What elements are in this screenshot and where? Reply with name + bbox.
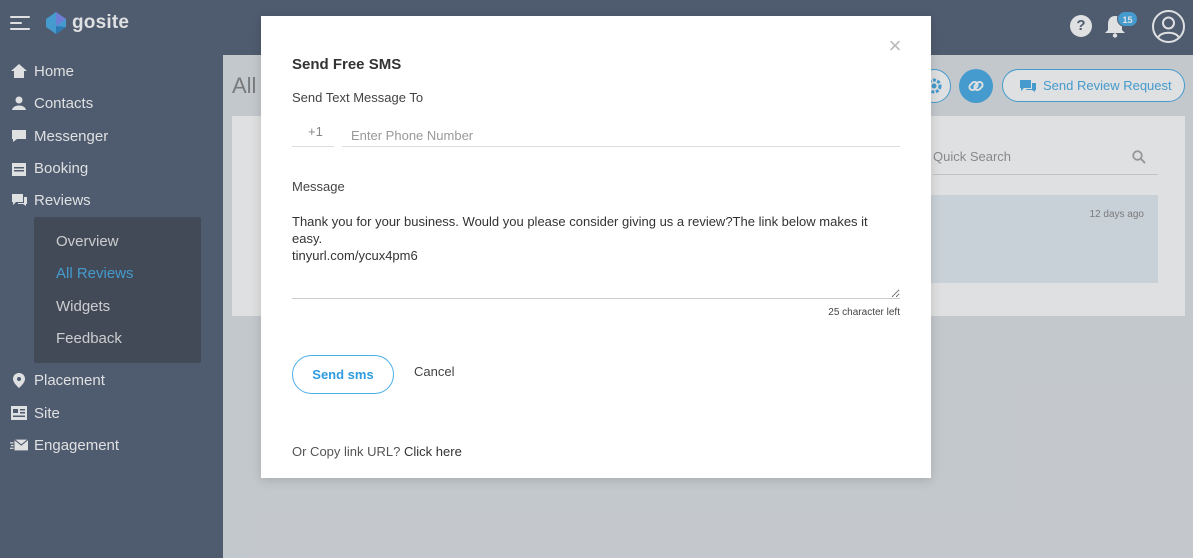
send-sms-modal: × Send Free SMS Send Text Message To +1 … (261, 16, 931, 478)
copy-link-line: Or Copy link URL? Click here (292, 444, 462, 459)
message-label: Message (292, 179, 345, 194)
modal-title: Send Free SMS (292, 56, 402, 73)
cancel-button[interactable]: Cancel (414, 364, 454, 379)
country-code-field[interactable]: +1 (292, 124, 334, 147)
send-to-label: Send Text Message To (292, 90, 424, 105)
send-sms-button[interactable]: Send sms (292, 355, 394, 394)
character-count: 25 character left (828, 307, 900, 318)
copy-link-button[interactable]: Click here (404, 444, 462, 459)
message-textarea[interactable]: Thank you for your business. Would you p… (292, 213, 900, 299)
copy-link-prefix: Or Copy link URL? (292, 444, 401, 459)
phone-number-input[interactable] (342, 124, 900, 147)
close-icon[interactable]: × (887, 35, 903, 57)
